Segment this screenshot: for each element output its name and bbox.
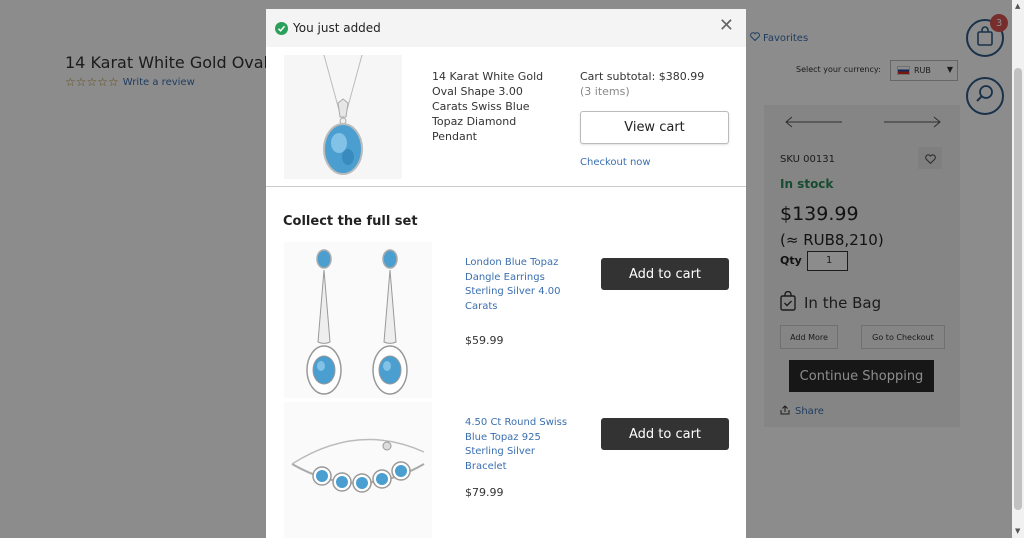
- scroll-thumb[interactable]: [1014, 68, 1022, 510]
- modal-title: You just added: [293, 21, 381, 35]
- check-circle-icon: [275, 21, 288, 35]
- set-item: 4.50 Ct Round Swiss Blue Topaz 925 Sterl…: [266, 402, 746, 538]
- set-item-price: $59.99: [465, 334, 504, 347]
- modal-header: You just added ✕: [266, 9, 746, 47]
- set-item-price: $79.99: [465, 486, 504, 499]
- cart-subtotal: Cart subtotal: $380.99 (3 items): [580, 69, 704, 99]
- added-item-row: 14 Karat White Gold Oval Shape 3.00 Cara…: [266, 47, 746, 187]
- cart-item-count: (3 items): [580, 85, 630, 98]
- added-item-name: 14 Karat White Gold Oval Shape 3.00 Cara…: [432, 70, 544, 143]
- cart-subtotal-value: Cart subtotal: $380.99: [580, 70, 705, 83]
- pendant-image: [284, 54, 402, 179]
- collect-set-title: Collect the full set: [283, 214, 418, 229]
- add-to-cart-button[interactable]: Add to cart: [601, 258, 729, 290]
- set-item: London Blue Topaz Dangle Earrings Sterli…: [266, 242, 746, 400]
- add-to-cart-button[interactable]: Add to cart: [601, 418, 729, 450]
- bracelet-image: [284, 402, 432, 538]
- set-item-name-link[interactable]: 4.50 Ct Round Swiss Blue Topaz 925 Sterl…: [465, 416, 569, 474]
- added-to-cart-modal: You just added ✕ 14 Karat White Gold Ova…: [266, 9, 746, 538]
- set-item-name-link[interactable]: London Blue Topaz Dangle Earrings Sterli…: [465, 256, 569, 314]
- view-cart-button[interactable]: View cart: [580, 111, 729, 144]
- earrings-image: [284, 242, 432, 398]
- close-icon[interactable]: ✕: [719, 17, 734, 35]
- scroll-down-icon[interactable]: ▼: [1015, 527, 1020, 535]
- page-scrollbar[interactable]: ▲ ▼: [1012, 0, 1024, 538]
- scroll-up-icon[interactable]: ▲: [1015, 2, 1020, 10]
- checkout-now-link[interactable]: Checkout now: [580, 157, 651, 168]
